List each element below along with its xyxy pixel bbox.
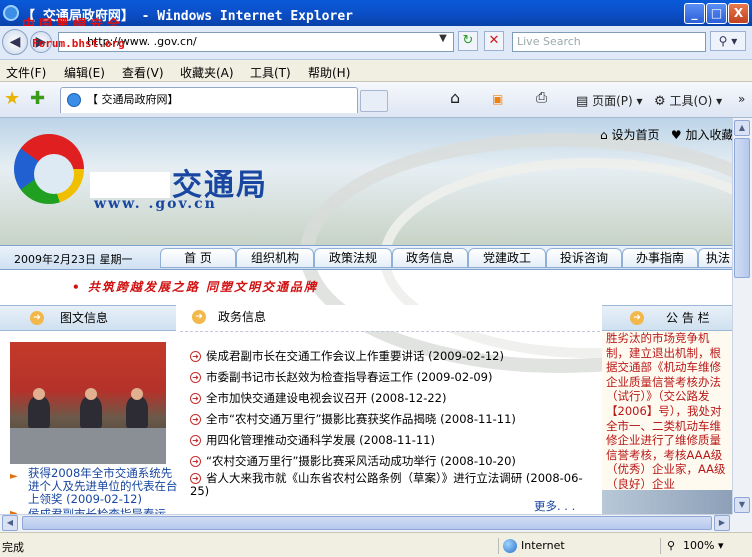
notice-text[interactable]: 胜劣汰的市场竞争机制，建立退出机制，根据交通部《机动车维修企业质量信誉考核办法（… (606, 331, 732, 492)
tools-menu-button[interactable]: ⚙ 工具(O) ▾ (654, 92, 722, 109)
photo-caption-link-2[interactable]: 侯成君副市长检查指导春运 (28, 506, 178, 514)
print-icon[interactable]: ⎙ (536, 90, 547, 106)
news-item[interactable]: ➜ 侯成君副市长在交通工作会议上作重要讲话 (2009-02-12) (190, 348, 504, 364)
nav-guide[interactable]: 办事指南 (622, 248, 698, 268)
site-url: www. .gov.cn (94, 196, 217, 212)
photo-caption-link[interactable]: 获得2008年全市交通系统先进个人及先进单位的代表在台上领奖 (2009-02-… (28, 467, 178, 506)
stop-icon[interactable]: ✕ (484, 31, 504, 51)
scroll-down-icon[interactable]: ▼ (734, 497, 750, 513)
scroll-corner (732, 514, 752, 532)
zoom-icon: ⚲ (667, 539, 676, 552)
news-item[interactable]: ➜ 省人大来我市就《山东省农村公路条例（草案）》进行立法调研 (2008-06-2… (190, 472, 590, 498)
left-panel-header: ➜ 图文信息 (0, 305, 176, 331)
status-text: 完成 (2, 541, 24, 554)
nav-gov-info[interactable]: 政务信息 (392, 248, 468, 268)
center-panel-header: ➜ 政务信息 (178, 305, 598, 331)
news-photo[interactable] (10, 342, 166, 464)
right-panel-title: 公 告 栏 (666, 311, 710, 325)
nav-complaints[interactable]: 投诉咨询 (546, 248, 622, 268)
status-bar: 完成 Internet ⚲ 100% ▾ (0, 532, 752, 557)
nav-enforcement[interactable]: 执法 (698, 248, 732, 268)
close-button[interactable]: X (728, 3, 749, 24)
scroll-up-icon[interactable]: ▲ (734, 120, 750, 136)
vertical-scroll-thumb[interactable] (734, 138, 750, 278)
arrow-bullet-icon: ➜ (192, 310, 206, 324)
nav-home[interactable]: 首 页 (160, 248, 236, 268)
top-links: ⌂ 设为首页 ♥ 加入收藏 (600, 126, 732, 143)
add-favorite-link[interactable]: 加入收藏 (686, 128, 732, 142)
internet-globe-icon (503, 539, 517, 553)
more-chevron-icon[interactable]: » (738, 92, 745, 106)
favorites-star-icon[interactable]: ★ (4, 88, 20, 109)
address-dropdown-icon[interactable]: ▼ (434, 33, 452, 51)
site-banner: 交通局 www. .gov.cn ⌂ 设为首页 ♥ 加入收藏 (0, 118, 732, 373)
more-news-link[interactable]: 更多. . . (534, 498, 575, 514)
tab-label: 【 交通局政府网】 (87, 93, 179, 106)
menu-edit[interactable]: 编辑(E) (64, 64, 105, 81)
address-toolbar: ◀ ▶ http://www. .gov.cn/ Forum.bhst.org … (0, 26, 752, 60)
web-page: 交通局 www. .gov.cn ⌂ 设为首页 ♥ 加入收藏 2009年2月23… (0, 118, 732, 514)
site-nav: 2009年2月23日 星期一 首 页 组织机构 政策法规 政务信息 党建政工 投… (0, 245, 732, 270)
watermark-forum: Forum.bhst.org (32, 37, 125, 50)
home-icon[interactable]: ⌂ (450, 88, 460, 107)
ie-logo-icon (3, 5, 19, 21)
left-panel-title: 图文信息 (60, 311, 109, 325)
set-homepage-link[interactable]: 设为首页 (611, 128, 659, 142)
tab-current[interactable]: 【 交通局政府网】 (60, 87, 358, 113)
news-item[interactable]: ➜ 全市“农村交通万里行”摄影比赛获奖作品揭晓 (2008-11-11) (190, 411, 516, 427)
page-favicon-icon (67, 93, 81, 107)
nav-party[interactable]: 党建政工 (468, 248, 546, 268)
news-item[interactable]: ➜ “农村交通万里行”摄影比赛采风活动成功举行 (2008-10-20) (190, 453, 516, 469)
security-zone: Internet (498, 538, 658, 554)
zoom-control[interactable]: ⚲ 100% ▾ (660, 538, 750, 554)
news-item[interactable]: ➜ 用四化管理推动交通科学发展 (2008-11-11) (190, 432, 435, 448)
menu-help[interactable]: 帮助(H) (308, 64, 350, 81)
refresh-icon[interactable]: ↻ (458, 31, 478, 51)
notice-board: 胜劣汰的市场竞争机制，建立退出机制，根据交通部《机动车维修企业质量信誉考核办法（… (602, 331, 732, 514)
title-bar: 【 交通局政府网】 - Windows Internet Explorer 中国… (0, 0, 752, 33)
date-text: 2009年2月23日 星期一 (14, 253, 133, 266)
notice-image (602, 490, 732, 514)
menu-favorites[interactable]: 收藏夹(A) (180, 64, 234, 81)
add-favorite-icon[interactable]: ✚ (30, 88, 45, 109)
home-link-icon: ⌂ (600, 128, 608, 142)
search-icon[interactable]: ⚲ ▾ (710, 31, 746, 51)
news-item[interactable]: ➜ 全市加快交通建设电视会议召开 (2008-12-22) (190, 390, 446, 406)
arrow-bullet-icon: ➜ (30, 311, 44, 325)
search-input[interactable]: Live Search (512, 32, 706, 52)
scroll-right-icon[interactable]: ▶ (714, 515, 730, 531)
feeds-icon[interactable]: ▣ (492, 92, 503, 106)
horizontal-scroll-thumb[interactable] (22, 516, 712, 530)
menu-tools[interactable]: 工具(T) (250, 64, 291, 81)
tab-bar: ★ ✚ 【 交通局政府网】 ⌂ ▣ ⎙ ▤ 页面(P) ▾ ⚙ 工具(O) ▾ … (0, 82, 752, 118)
scroll-left-icon[interactable]: ◀ (2, 515, 18, 531)
new-tab-button[interactable] (360, 90, 388, 112)
menu-view[interactable]: 查看(V) (122, 64, 164, 81)
maximize-button[interactable]: □ (706, 3, 727, 24)
caption-bullet-icon: ► (10, 471, 18, 482)
page-menu-button[interactable]: ▤ 页面(P) ▾ (576, 92, 643, 109)
favorite-link-icon: ♥ (670, 128, 682, 142)
arrow-bullet-icon: ➜ (630, 311, 644, 325)
right-panel-header: ➜ 公 告 栏 (602, 305, 732, 331)
back-button[interactable]: ◀ (2, 29, 28, 55)
slogan: • 共筑跨越发展之路 同塑文明交通品牌 (72, 280, 319, 294)
news-item[interactable]: ➜ 市委副书记市长赵效为检查指导春运工作 (2009-02-09) (190, 369, 492, 385)
menu-file[interactable]: 文件(F) (6, 64, 46, 81)
center-panel-title: 政务信息 (218, 310, 267, 324)
nav-organization[interactable]: 组织机构 (236, 248, 314, 268)
nav-policy[interactable]: 政策法规 (314, 248, 392, 268)
menu-bar: 文件(F) 编辑(E) 查看(V) 收藏夹(A) 工具(T) 帮助(H) (0, 60, 752, 82)
minimize-button[interactable]: _ (684, 3, 705, 24)
site-logo-icon (14, 134, 84, 204)
